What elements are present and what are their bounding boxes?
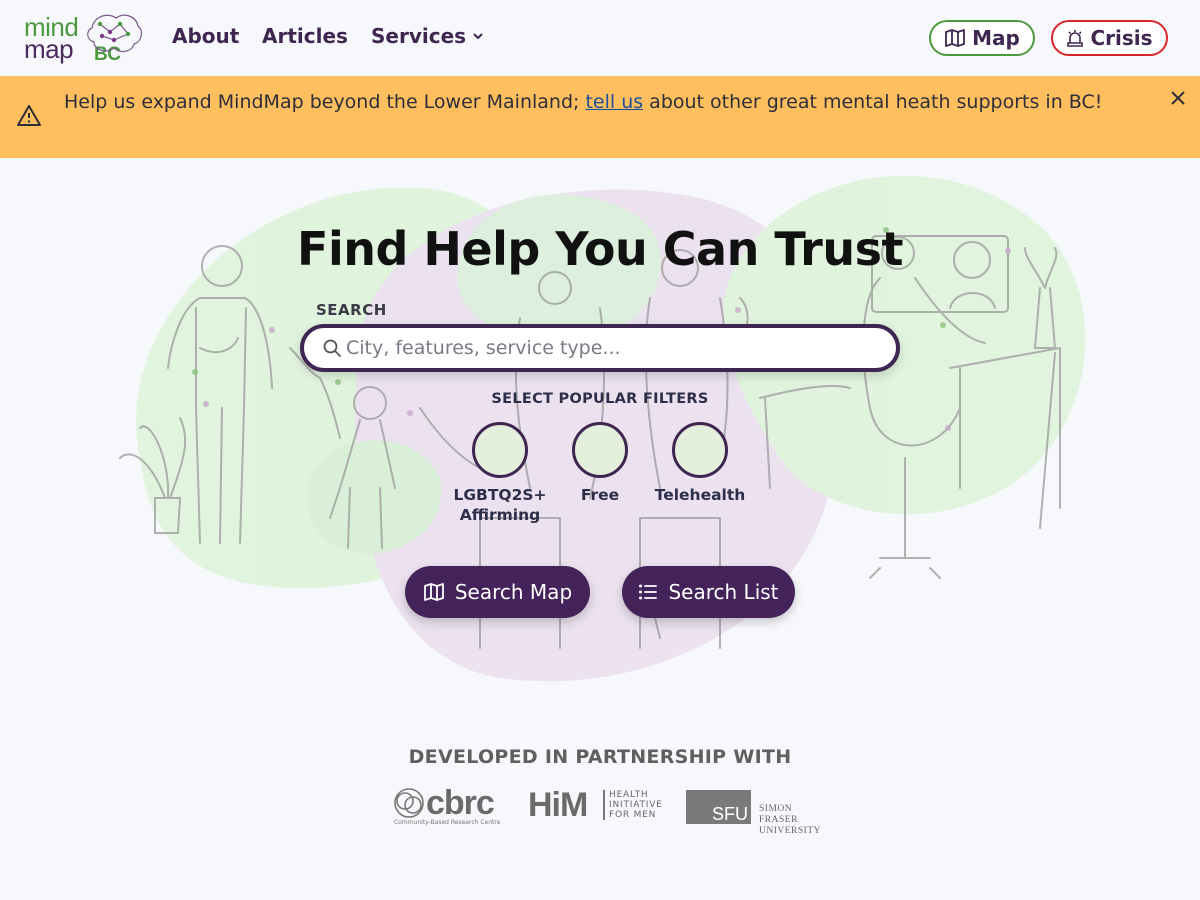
siren-icon (1067, 30, 1084, 47)
search-list-label: Search List (668, 580, 779, 604)
nav-services-dropdown[interactable]: Services (371, 24, 484, 48)
nav-articles[interactable]: Articles (262, 24, 348, 48)
close-icon[interactable] (1168, 88, 1188, 108)
search-map-label: Search Map (454, 580, 573, 604)
cbrc-circles-icon (394, 788, 424, 818)
him-name: HiM (528, 786, 588, 824)
search-map-button[interactable]: Search Map (405, 566, 590, 618)
page-title: Find Help You Can Trust (297, 222, 903, 276)
mindmap-logo[interactable]: mind map BC (22, 10, 146, 68)
nav-about-label: About (172, 24, 240, 48)
crisis-button-label: Crisis (1090, 26, 1153, 50)
map-button-label: Map (972, 26, 1020, 50)
map-icon (423, 583, 444, 601)
search-label: SEARCH (316, 301, 387, 319)
filter-telehealth[interactable]: Telehealth (640, 422, 760, 505)
announcement-banner: Help us expand MindMap beyond the Lower … (0, 76, 1200, 158)
nav-about[interactable]: About (172, 24, 239, 48)
warning-icon (17, 105, 41, 126)
filter-toggle-circle[interactable] (572, 422, 628, 478)
filter-toggle-circle[interactable] (472, 422, 528, 478)
sfu-name: SFU (712, 804, 748, 824)
brain-network-icon (87, 14, 143, 53)
filters-title: SELECT POPULAR FILTERS (491, 391, 709, 407)
map-button[interactable]: Map (929, 20, 1035, 56)
banner-text-after: about other great mental heath supports … (643, 91, 1103, 113)
partners-title: DEVELOPED IN PARTNERSHIP WITH (408, 746, 792, 768)
him-divider (603, 790, 605, 820)
search-list-button[interactable]: Search List (622, 566, 795, 618)
cbrc-name: cbrc (426, 784, 495, 822)
banner-message: Help us expand MindMap beyond the Lower … (64, 90, 1134, 115)
him-subtitle: HEALTH INITIATIVE FOR MEN (609, 790, 663, 820)
nav-articles-label: Articles (262, 24, 348, 48)
sfu-logo[interactable]: SFU SIMON FRASER UNIVERSITY (686, 786, 831, 836)
cbrc-logo[interactable]: cbrc Community-Based Research Centre (392, 784, 502, 828)
banner-text-before: Help us expand MindMap beyond the Lower … (64, 91, 586, 113)
sfu-subtitle: SIMON FRASER UNIVERSITY (759, 804, 821, 836)
search-field[interactable] (300, 324, 900, 372)
site-header: mind map BC About Articles Services Map (0, 0, 1200, 76)
him-logo[interactable]: HiM HEALTH INITIATIVE FOR MEN (528, 786, 673, 828)
list-icon (639, 584, 658, 600)
logo-line2: map (24, 34, 74, 64)
filter-label: Telehealth (654, 486, 746, 504)
chevron-down-icon (472, 31, 484, 41)
cbrc-subtitle: Community-Based Research Centre (394, 819, 501, 826)
search-input[interactable] (346, 337, 886, 359)
tell-us-link[interactable]: tell us (585, 91, 643, 113)
filter-toggle-circle[interactable] (672, 422, 728, 478)
search-icon (323, 339, 341, 357)
crisis-button[interactable]: Crisis (1051, 20, 1168, 56)
nav-services-label: Services (371, 24, 467, 48)
map-icon (945, 29, 966, 47)
